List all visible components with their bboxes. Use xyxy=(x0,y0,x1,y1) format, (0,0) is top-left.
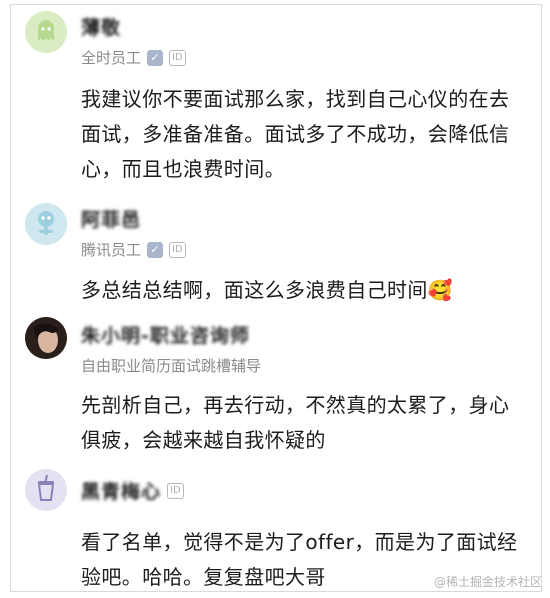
avatar[interactable] xyxy=(25,203,67,245)
user-subtitle: 腾讯员工 ✓ ID xyxy=(81,239,186,260)
id-badge: ID xyxy=(167,482,184,499)
ghost-avatar-icon xyxy=(25,11,67,53)
user-header: 黑青梅心 ID xyxy=(81,477,184,504)
robot-avatar-icon xyxy=(25,203,67,245)
comment-body: 多总结总结啊，面这么多浪费自己时间🥰 xyxy=(81,278,454,302)
company-label: 全时员工 xyxy=(81,49,142,67)
cup-avatar-icon xyxy=(25,469,67,511)
username[interactable]: 阿菲邑 xyxy=(81,205,141,232)
avatar[interactable] xyxy=(25,317,67,359)
username[interactable]: 薄敬 xyxy=(81,13,121,40)
comment-body: 我建议你不要面试那么家，找到自己心仪的在去面试，多准备准备。面试多了不成功，会降… xyxy=(81,87,510,181)
user-subtitle: 全时员工 ✓ ID xyxy=(81,47,186,68)
comment-list: 薄敬 全时员工 ✓ ID 我建议你不要面试那么家，找到自己心仪的在去面试，多准备… xyxy=(10,4,542,592)
verified-check-icon: ✓ xyxy=(147,49,164,66)
avatar[interactable] xyxy=(25,11,67,53)
photo-avatar-icon xyxy=(25,317,67,359)
username[interactable]: 黑青梅心 xyxy=(81,477,161,504)
comment-body: 先剖析自己，再去行动，不然真的太累了，身心俱疲，会越来越自我怀疑的 xyxy=(81,393,510,452)
id-badge: ID xyxy=(169,49,186,66)
user-subtitle: 自由职业简历面试跳槽辅导 xyxy=(81,355,261,376)
verified-check-icon: ✓ xyxy=(147,241,164,258)
avatar[interactable] xyxy=(25,469,67,511)
company-label: 腾讯员工 xyxy=(81,241,142,259)
profession-label: 自由职业简历面试跳槽辅导 xyxy=(81,357,262,375)
watermark: @稀土掘金技术社区 xyxy=(433,575,542,589)
id-badge: ID xyxy=(169,241,186,258)
username[interactable]: 朱小明-职业咨询师 xyxy=(81,321,250,348)
